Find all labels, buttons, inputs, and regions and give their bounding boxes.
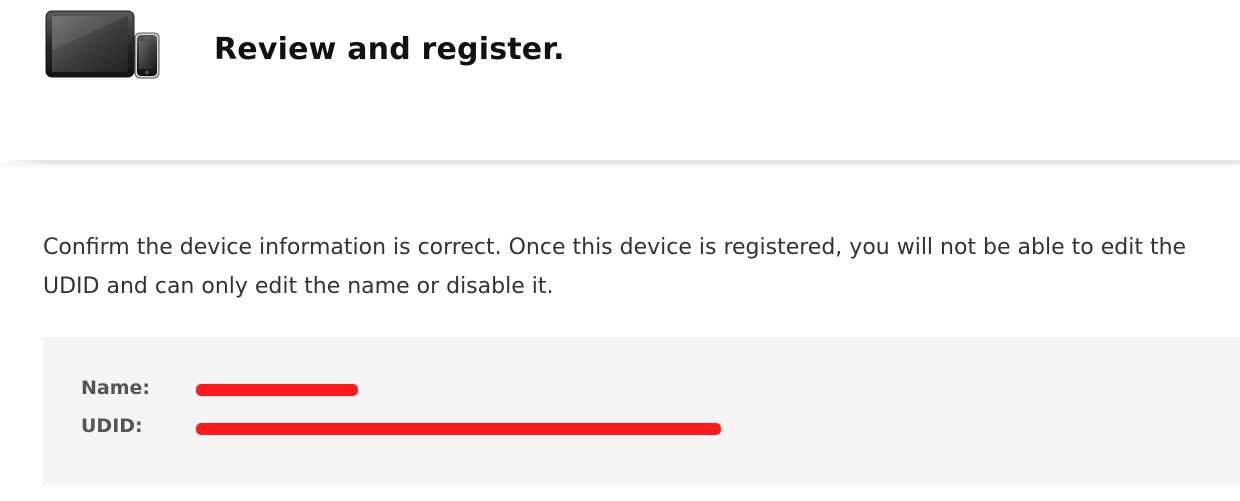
device-name-label: Name: [81, 377, 151, 399]
device-udid-label: UDID: [81, 415, 143, 437]
device-udid-redaction [196, 423, 721, 435]
section-divider [0, 160, 1240, 164]
confirmation-message: Confirm the device information is correc… [43, 235, 1187, 299]
device-details-panel: Name: UDID: [43, 337, 1240, 485]
ipad-iphone-icon [45, 10, 163, 80]
page-title: Review and register. [214, 32, 565, 67]
device-name-redaction [196, 384, 358, 396]
